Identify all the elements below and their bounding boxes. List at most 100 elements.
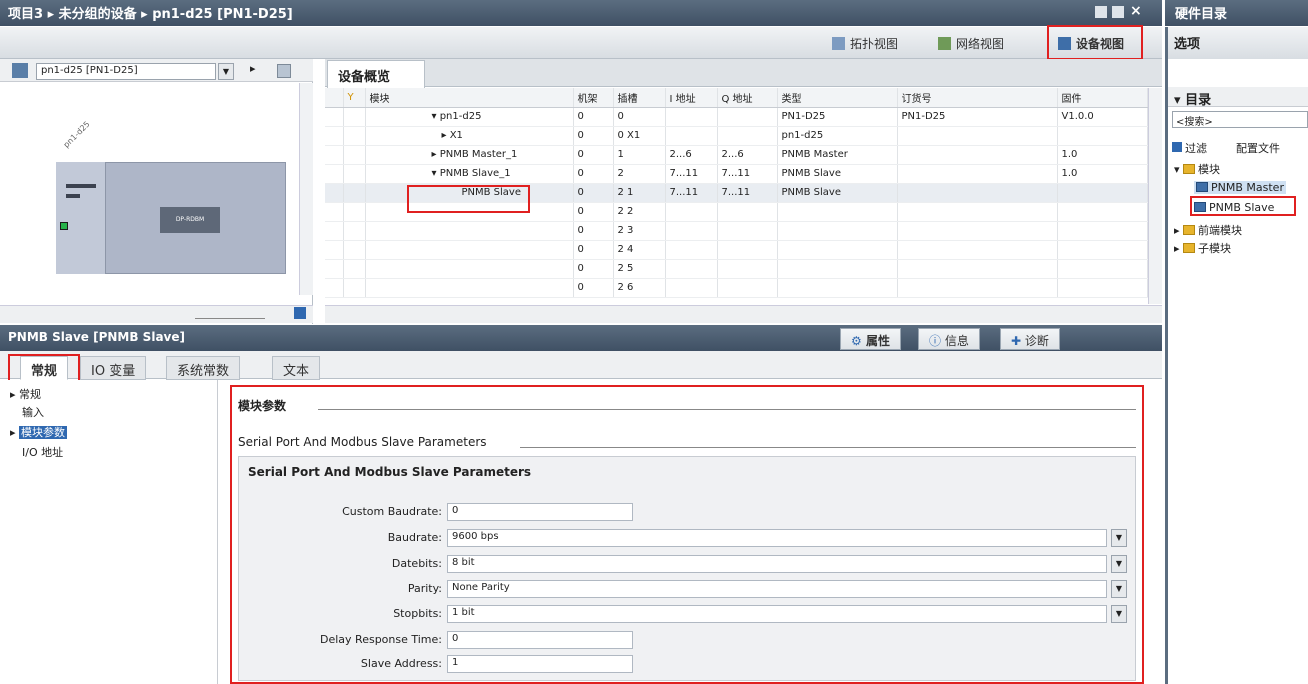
cell-q: 2...6 [717,145,778,165]
chevron-down-icon[interactable]: ▼ [1111,605,1127,623]
cell-slot: 2 [613,164,666,184]
cell-slot: 1 [613,145,666,165]
col-order[interactable]: 订货号 [897,88,1058,108]
cell-order [897,145,1058,165]
subtab-io-tags[interactable]: IO 变量 [80,356,147,380]
cell-rack: 0 [573,164,614,184]
col-type[interactable]: 类型 [777,88,898,108]
tab-properties[interactable]: ⚙ 属性 [840,328,901,350]
restore-icon[interactable] [1112,6,1124,18]
device-tree-icon[interactable] [12,63,28,78]
catalog-search-input[interactable]: <搜索> [1172,111,1308,128]
cell-type: PNMB Slave [777,183,898,203]
parity-select[interactable]: None Parity [447,580,1107,598]
chevron-down-icon[interactable]: ▼ [1111,529,1127,547]
breadcrumb: 项目3 ▸ 未分组的设备 ▸ pn1-d25 [PN1-D25] [8,7,293,22]
subtab-texts[interactable]: 文本 [272,356,321,380]
grid-col-icon [325,88,344,108]
tree-modules[interactable]: ▾ 模块 [1174,161,1220,177]
canvas-vertical-scrollbar[interactable] [299,83,313,295]
device-select[interactable]: pn1-d25 [PN1-D25] [36,63,216,80]
table-row[interactable]: ▾ PNMB Slave_1 0 2 7...11 7...11 PNMB Slave 1.… [325,164,1148,184]
cell-order: PN1-D25 [897,107,1058,127]
grid-horizontal-scrollbar[interactable] [325,305,1162,323]
cell-fw [1057,126,1148,146]
grid-vertical-scrollbar[interactable] [1148,88,1162,304]
cell-order [897,164,1058,184]
tree-submodules[interactable]: ▸ 子模块 [1174,240,1231,256]
col-q-address[interactable]: Q 地址 [717,88,778,108]
nav-item-module-parameters[interactable]: ▸ 模块参数 [10,424,68,440]
tab-info[interactable]: ⓘ 信息 [918,328,980,350]
custom-baudrate-input[interactable]: 0 [447,503,633,521]
zoom-fit-icon[interactable] [277,64,291,78]
table-row[interactable]: 02 4 [325,240,1148,260]
databits-select[interactable]: 8 bit [447,555,1107,573]
cell-module: ▸ PNMB Master_1 [365,145,574,165]
cell-rack: 0 [573,240,614,260]
device-head-module[interactable] [56,162,106,274]
highlight-catalog-slave [1190,196,1296,216]
overview-nav-icon[interactable] [294,307,306,319]
network-view-button[interactable]: 网络视图 [930,31,1012,55]
nav-item-general[interactable]: ▸ 常规 [10,386,41,402]
col-slot[interactable]: 插槽 [613,88,666,108]
arrow-right-icon[interactable]: ▸ [250,62,256,75]
col-rack[interactable]: 机架 [573,88,614,108]
tree-head-modules[interactable]: ▸ 前端模块 [1174,222,1242,238]
subsection-title: Serial Port And Modbus Slave Parameters [238,435,487,449]
nav-item-input[interactable]: 输入 [22,404,44,420]
cell-slot: 2 2 [613,202,666,222]
folder-icon [1183,164,1196,174]
zoom-slider[interactable] [195,309,265,319]
subtab-system-constants[interactable]: 系统常数 [166,356,241,380]
cell-module [365,259,574,279]
chevron-down-icon[interactable]: ▼ [218,63,234,80]
table-row[interactable]: 02 5 [325,259,1148,279]
table-row[interactable]: ▸ X1 0 0 X1 pn1-d25 [325,126,1148,146]
table-row[interactable]: 02 6 [325,278,1148,298]
filter-icon[interactable]: Y [343,88,366,108]
delay-input[interactable]: 0 [447,631,633,649]
cell-order [897,183,1058,203]
catalog-header-label: 目录 [1185,93,1212,108]
table-row[interactable]: 02 3 [325,221,1148,241]
canvas-horizontal-scrollbar[interactable] [0,305,313,323]
cell-rack: 0 [573,221,614,241]
close-icon[interactable]: × [1130,3,1142,19]
table-row[interactable]: ▸ PNMB Master_1 0 1 2...6 2...6 PNMB Master 1.… [325,145,1148,165]
cell-fw: 1.0 [1057,145,1148,165]
filter-checkbox[interactable]: 过滤 [1172,140,1207,156]
chevron-down-icon[interactable]: ▼ [1111,555,1127,573]
table-row[interactable]: ▾ pn1-d25 0 0 PN1-D25 PN1-D25 V1.0.0 [325,107,1148,127]
tab-diagnostics[interactable]: ✚ 诊断 [1000,328,1060,350]
col-firmware[interactable]: 固件 [1057,88,1148,108]
properties-header: PNMB Slave [PNMB Slave] [0,325,1162,351]
stopbits-label: Stopbits: [393,607,442,620]
nav-item-io-address[interactable]: I/O 地址 [22,444,63,460]
topology-view-button[interactable]: 拓扑视图 [824,31,906,55]
tab-diagnostics-label: 诊断 [1024,334,1049,348]
cell-type: PNMB Slave [777,164,898,184]
topology-view-label: 拓扑视图 [850,37,899,51]
slave-address-input[interactable]: 1 [447,655,633,673]
cell-module: ▾ pn1-d25 [365,107,574,127]
minimize-icon[interactable] [1095,6,1107,18]
section-divider [318,409,1136,410]
catalog-header[interactable]: ▾ 目录 [1168,87,1308,108]
tree-pnmb-master[interactable]: PNMB Master [1194,181,1286,194]
section-title: 模块参数 [238,399,287,413]
dp-module[interactable]: DP-RDBM [160,207,220,233]
cell-rack: 0 [573,259,614,279]
col-i-address[interactable]: I 地址 [665,88,718,108]
subsection-divider [520,447,1136,448]
tab-device-overview[interactable]: 设备概览 [327,60,425,88]
baudrate-select[interactable]: 9600 bps [447,529,1107,547]
cell-fw [1057,183,1148,203]
stopbits-select[interactable]: 1 bit [447,605,1107,623]
cell-slot: 2 1 [613,183,666,203]
cell-i: 2...6 [665,145,718,165]
col-module[interactable]: 模块 [365,88,574,108]
chevron-down-icon[interactable]: ▼ [1111,580,1127,598]
highlight-slave-row [407,185,530,213]
